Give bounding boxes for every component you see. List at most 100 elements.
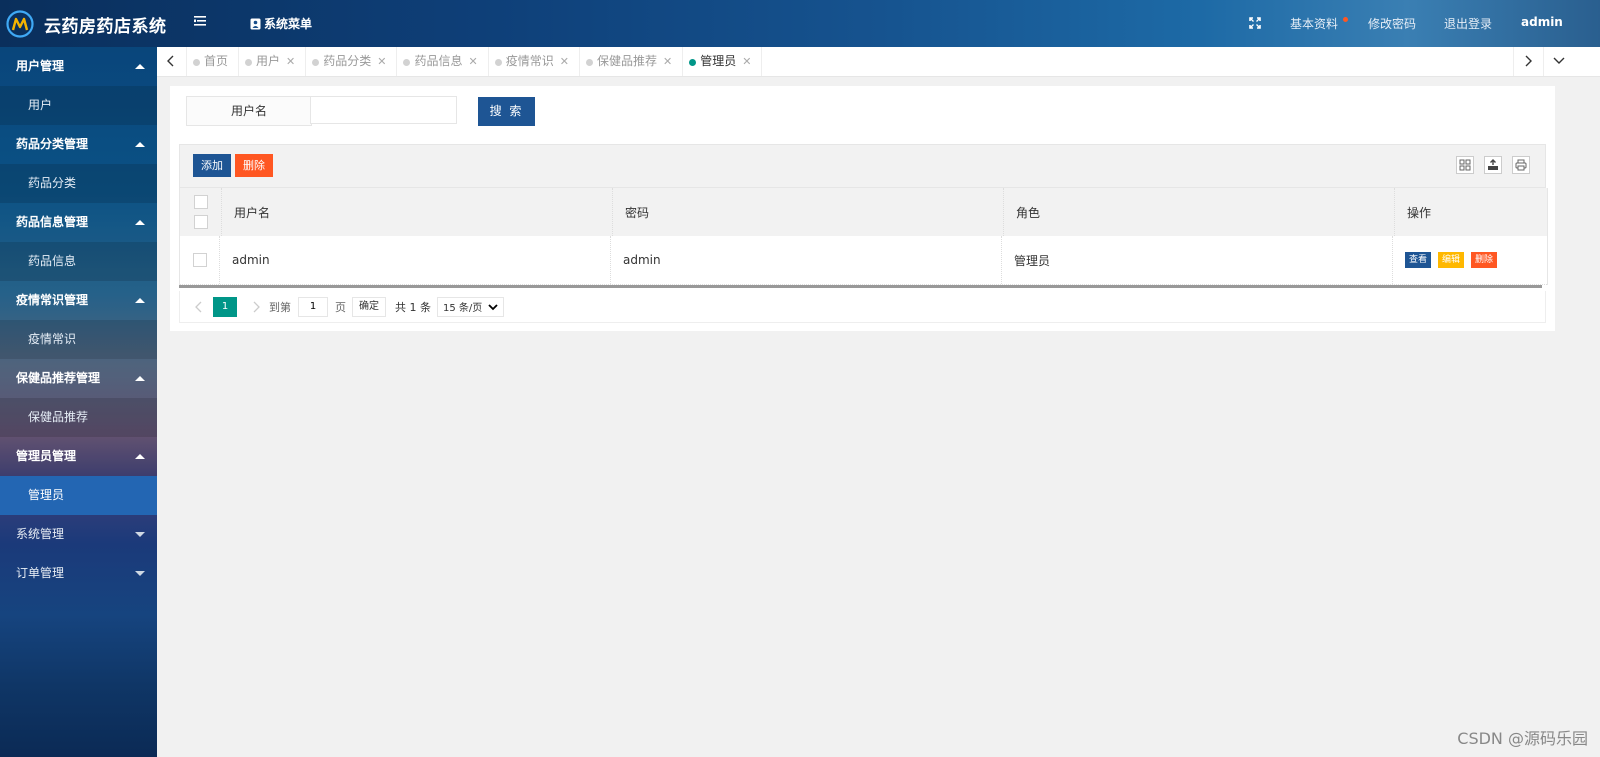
print-button[interactable] [1512, 156, 1530, 174]
goto-label: 到第 [269, 300, 291, 314]
sidebar-item-category[interactable]: 药品分类 [0, 164, 157, 203]
table-horizontal-scrollbar[interactable] [179, 285, 1542, 288]
sidebar: 用户管理 用户 药品分类管理 药品分类 药品信息管理 药品信息 疫情常识管理 疫… [0, 47, 157, 757]
search-button[interactable]: 搜 索 [478, 97, 535, 126]
tabs-scroll-right-button[interactable] [1513, 47, 1544, 76]
menu-book-icon [250, 18, 261, 29]
notification-dot [1343, 17, 1348, 22]
sidebar-group-user[interactable]: 用户管理 [0, 47, 157, 86]
tab-dot [689, 59, 697, 66]
system-menu-button[interactable]: 系统菜单 [250, 15, 312, 32]
next-page-icon[interactable] [249, 300, 263, 314]
sidebar-group-system[interactable]: 系统管理 [0, 515, 157, 554]
chevron-down-icon [1553, 57, 1565, 64]
page-unit-label: 页 [335, 300, 346, 314]
col-header-actions: 操作 [1407, 205, 1432, 220]
tab-user[interactable]: 用户 ✕ [239, 47, 307, 76]
close-icon[interactable]: ✕ [742, 55, 751, 68]
chevron-right-icon [1525, 55, 1532, 67]
sidebar-group-epidemic[interactable]: 疫情常识管理 [0, 281, 157, 320]
sidebar-item-epidemic[interactable]: 疫情常识 [0, 320, 157, 359]
cell-username: admin [220, 236, 611, 284]
prev-page-icon[interactable] [192, 300, 206, 314]
tab-dot [245, 59, 253, 66]
sidebar-group-order[interactable]: 订单管理 [0, 554, 157, 593]
columns-icon [1459, 159, 1471, 171]
goto-confirm-button[interactable]: 确定 [352, 296, 386, 317]
sidebar-item-admin[interactable]: 管理员 [0, 476, 157, 515]
tabs-menu-button[interactable] [1543, 47, 1573, 76]
printer-icon [1515, 159, 1527, 171]
chevron-up-icon [135, 454, 145, 459]
col-header-password[interactable]: 密码 [613, 188, 1004, 236]
tab-epidemic[interactable]: 疫情常识 ✕ [489, 47, 580, 76]
tab-admin[interactable]: 管理员 ✕ [683, 47, 763, 76]
tab-bar: 首页 用户 ✕ 药品分类 ✕ 药品信息 ✕ 疫情常识 ✕ 保健品推荐 ✕ 管理员 ✕ [157, 47, 1600, 77]
col-header-username[interactable]: 用户名 [222, 188, 613, 236]
pagination: 1 到第 页 确定 共 1 条 15 条/页 [179, 291, 1546, 323]
top-header: 云药房药店系统 系统菜单 基本资料 修改密码 退出登录 admin [0, 0, 1600, 47]
close-icon[interactable]: ✕ [286, 55, 295, 68]
tab-category[interactable]: 药品分类 ✕ [306, 47, 398, 76]
row-checkbox[interactable] [192, 253, 207, 267]
search-username-input[interactable] [310, 96, 457, 124]
tab-dot [403, 59, 411, 66]
select-all-checkbox-alt[interactable] [193, 215, 208, 229]
chevron-left-icon [167, 55, 174, 67]
tab-dot [585, 59, 593, 66]
watermark: CSDN @源码乐园 [1457, 729, 1588, 748]
table-row: admin admin 管理员 查看 编辑 删除 [180, 236, 1547, 285]
close-icon[interactable]: ✕ [560, 55, 569, 68]
profile-link[interactable]: 基本资料 [1290, 15, 1338, 32]
logout-link[interactable]: 退出登录 [1444, 15, 1492, 32]
columns-filter-button[interactable] [1456, 156, 1474, 174]
chevron-up-icon [135, 298, 145, 303]
data-table: 用户名 密码 角色 操作 admin admin 管理员 查看 编辑 删除 [179, 188, 1548, 285]
tab-dot [193, 59, 200, 66]
export-button[interactable] [1484, 156, 1502, 174]
table-header: 用户名 密码 角色 操作 [180, 188, 1547, 236]
fullscreen-icon[interactable] [1249, 17, 1261, 29]
sidebar-item-drug-info[interactable]: 药品信息 [0, 242, 157, 281]
batch-delete-button[interactable]: 删除 [235, 154, 273, 177]
cell-role: 管理员 [1002, 236, 1393, 284]
sidebar-item-health[interactable]: 保健品推荐 [0, 398, 157, 437]
current-page-button[interactable]: 1 [213, 296, 237, 317]
change-password-link[interactable]: 修改密码 [1368, 15, 1416, 32]
sidebar-item-user[interactable]: 用户 [0, 86, 157, 125]
tab-drug-info[interactable]: 药品信息 ✕ [397, 47, 489, 76]
select-all-checkbox[interactable] [193, 195, 208, 209]
edit-button[interactable]: 编辑 [1438, 252, 1465, 268]
chevron-up-icon [135, 142, 145, 147]
cell-password: admin [611, 236, 1002, 284]
content-panel: 用户名 搜 索 添加 删除 用户名 密码 角色 操作 admin admin 管… [170, 86, 1555, 331]
menu-toggle-icon[interactable] [193, 14, 207, 28]
col-header-role[interactable]: 角色 [1004, 188, 1395, 236]
sidebar-group-health[interactable]: 保健品推荐管理 [0, 359, 157, 398]
tab-health[interactable]: 保健品推荐 ✕ [580, 47, 684, 76]
view-button[interactable]: 查看 [1405, 252, 1432, 268]
chevron-down-icon [135, 532, 145, 537]
current-user[interactable]: admin [1521, 15, 1563, 29]
close-icon[interactable]: ✕ [469, 55, 478, 68]
close-icon[interactable]: ✕ [663, 55, 672, 68]
tab-home[interactable]: 首页 [187, 47, 240, 76]
chevron-down-icon [488, 303, 498, 310]
delete-button[interactable]: 删除 [1471, 252, 1498, 268]
close-icon[interactable]: ✕ [377, 55, 386, 68]
sidebar-group-admin[interactable]: 管理员管理 [0, 437, 157, 476]
table-toolbar: 添加 删除 [179, 144, 1546, 188]
sidebar-group-category[interactable]: 药品分类管理 [0, 125, 157, 164]
goto-page-input[interactable] [298, 296, 328, 317]
tab-dot [494, 59, 502, 66]
tab-list: 首页 用户 ✕ 药品分类 ✕ 药品信息 ✕ 疫情常识 ✕ 保健品推荐 ✕ 管理员 ✕ [187, 47, 763, 76]
select-all-cell [180, 188, 222, 236]
sidebar-group-drug-info[interactable]: 药品信息管理 [0, 203, 157, 242]
system-menu-label: 系统菜单 [264, 17, 313, 31]
row-select-cell [180, 236, 220, 284]
add-button[interactable]: 添加 [193, 154, 231, 177]
export-icon [1488, 159, 1498, 170]
page-size-select[interactable]: 15 条/页 [437, 296, 504, 317]
search-username-label: 用户名 [186, 96, 312, 126]
tabs-scroll-left-button[interactable] [157, 47, 187, 76]
